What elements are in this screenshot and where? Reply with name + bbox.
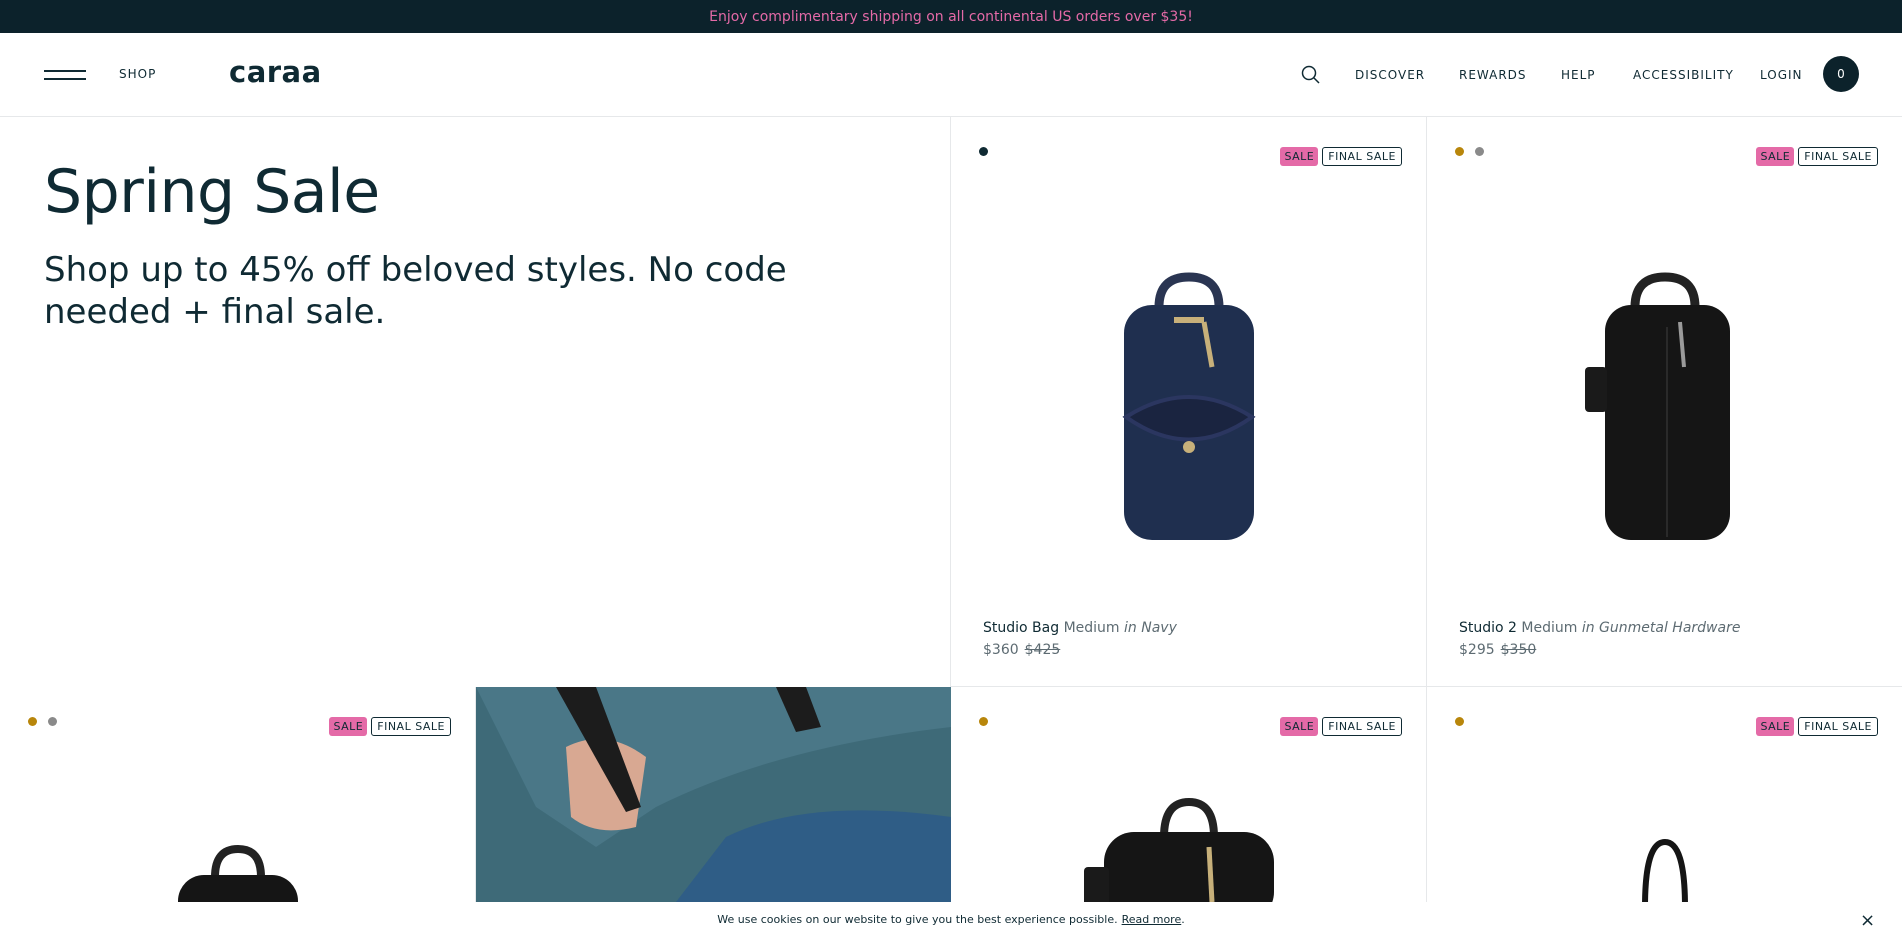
product-image	[1121, 272, 1256, 540]
color-swatch[interactable]	[28, 717, 37, 726]
color-swatches	[1455, 147, 1484, 156]
color-swatches	[1455, 717, 1464, 726]
lifestyle-image	[476, 687, 951, 902]
sale-badge: SALE	[1756, 147, 1795, 166]
product-card[interactable]: SALE FINAL SALE Studio 2 Medium in Gunme…	[1427, 117, 1902, 687]
final-sale-badge: FINAL SALE	[1798, 717, 1878, 736]
sale-badge: SALE	[1280, 717, 1319, 736]
final-sale-badge: FINAL SALE	[1798, 147, 1878, 166]
final-sale-badge: FINAL SALE	[371, 717, 451, 736]
color-swatches	[28, 717, 57, 726]
product-name[interactable]: Studio 2 Medium in Gunmetal Hardware	[1459, 620, 1740, 636]
product-info: Studio 2 Medium in Gunmetal Hardware $29…	[1459, 620, 1740, 658]
nav-accessibility[interactable]: ACCESSIBILITY	[1633, 68, 1734, 82]
color-swatch[interactable]	[48, 717, 57, 726]
nav-help[interactable]: HELP	[1561, 68, 1596, 82]
badges: SALE FINAL SALE	[1280, 717, 1402, 736]
product-card[interactable]: SALE FINAL SALE Studio Bag Medium in Nav…	[951, 117, 1427, 687]
nav-rewards[interactable]: REWARDS	[1459, 68, 1527, 82]
color-swatch[interactable]	[1455, 147, 1464, 156]
color-swatches	[979, 717, 988, 726]
product-price: $360 $425	[983, 642, 1061, 658]
cart-button[interactable]: 0	[1823, 56, 1859, 92]
badges: SALE FINAL SALE	[329, 717, 451, 736]
sale-badge: SALE	[1756, 717, 1795, 736]
cookie-bar: We use cookies on our website to give yo…	[0, 902, 1902, 937]
color-swatch[interactable]	[979, 147, 988, 156]
search-icon[interactable]	[1300, 64, 1322, 86]
product-name[interactable]: Studio Bag Medium in Navy	[983, 620, 1177, 636]
hero-section: Spring Sale Shop up to 45% off beloved s…	[0, 117, 951, 687]
hamburger-icon[interactable]	[44, 68, 86, 82]
nav-discover[interactable]: DISCOVER	[1355, 68, 1425, 82]
color-swatch[interactable]	[979, 717, 988, 726]
badges: SALE FINAL SALE	[1756, 147, 1878, 166]
sale-badge: SALE	[1280, 147, 1319, 166]
color-swatches	[979, 147, 988, 156]
color-swatch[interactable]	[1455, 717, 1464, 726]
badges: SALE FINAL SALE	[1756, 717, 1878, 736]
sale-badge: SALE	[329, 717, 368, 736]
promo-text: Enjoy complimentary shipping on all cont…	[709, 8, 1193, 25]
site-header: SHOP caraa DISCOVER REWARDS HELP ACCESSI…	[0, 33, 1902, 117]
product-image	[1641, 838, 1688, 902]
logo[interactable]: caraa	[229, 55, 322, 89]
product-price: $295 $350	[1459, 642, 1537, 658]
final-sale-badge: FINAL SALE	[1322, 717, 1402, 736]
final-sale-badge: FINAL SALE	[1322, 147, 1402, 166]
cart-count: 0	[1837, 67, 1845, 81]
product-image	[1584, 272, 1730, 540]
product-card[interactable]: SALE FINAL SALE	[1427, 687, 1902, 902]
badges: SALE FINAL SALE	[1280, 147, 1402, 166]
nav-shop[interactable]: SHOP	[119, 67, 156, 81]
color-swatch[interactable]	[1475, 147, 1484, 156]
product-card[interactable]: SALE FINAL SALE	[951, 687, 1427, 902]
cookie-read-more-link[interactable]: Read more	[1122, 913, 1182, 926]
product-image	[177, 844, 298, 902]
close-icon[interactable]: ×	[1860, 910, 1875, 931]
hero-title: Spring Sale	[44, 157, 380, 227]
product-image	[1083, 797, 1274, 902]
nav-login[interactable]: LOGIN	[1760, 68, 1803, 82]
cookie-text: We use cookies on our website to give yo…	[717, 913, 1118, 926]
product-card[interactable]: SALE FINAL SALE	[0, 687, 476, 902]
product-info: Studio Bag Medium in Navy $360 $425	[983, 620, 1177, 658]
promo-bar: Enjoy complimentary shipping on all cont…	[0, 0, 1902, 33]
hero-subtitle: Shop up to 45% off beloved styles. No co…	[44, 250, 787, 332]
